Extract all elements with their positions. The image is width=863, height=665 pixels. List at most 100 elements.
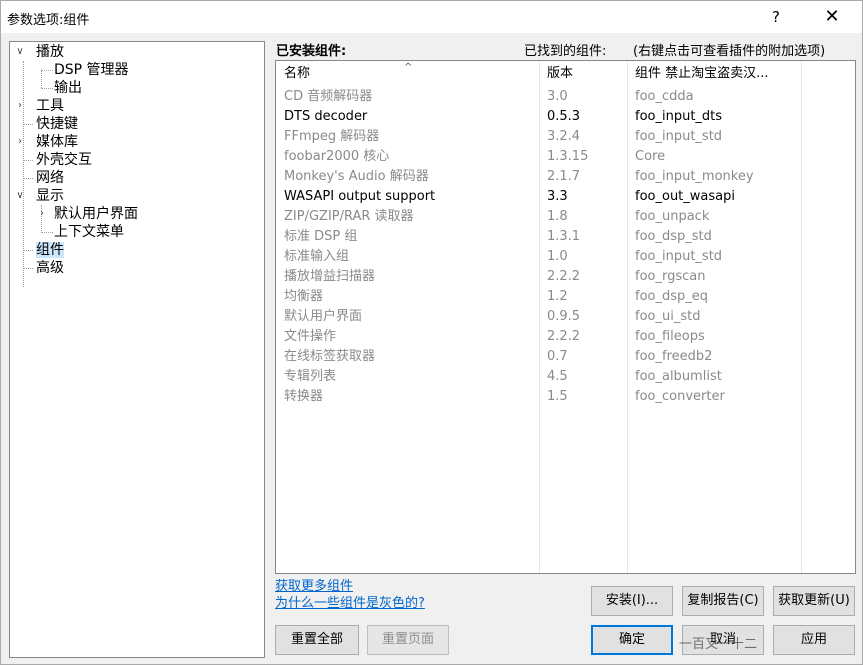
list-item[interactable]: 标准输入组 1.0 foo_input_std xyxy=(276,247,855,267)
list-item[interactable]: ZIP/GZIP/RAR 读取器 1.8 foo_unpack xyxy=(276,207,855,227)
installed-components-label: 已安装组件: xyxy=(276,44,347,59)
reset-all-button[interactable]: 重置全部 xyxy=(275,625,359,655)
tree-item-advanced[interactable]: 高级 xyxy=(36,259,64,277)
chevron-down-icon[interactable]: ∨ xyxy=(14,43,26,61)
tree-item-label: 外壳交互 xyxy=(36,152,92,168)
apply-button[interactable]: 应用 xyxy=(773,625,855,655)
right-click-hint: (右键点击可查看插件的附加选项) xyxy=(633,44,826,59)
list-item[interactable]: 默认用户界面 0.9.5 foo_ui_std xyxy=(276,307,855,327)
component-module: foo_input_monkey xyxy=(635,169,754,184)
found-components-label: 已找到的组件: xyxy=(524,44,607,59)
tree-connector xyxy=(23,268,33,269)
component-module: foo_cdda xyxy=(635,89,694,104)
list-item[interactable]: 均衡器 1.2 foo_dsp_eq xyxy=(276,287,855,307)
component-name: ZIP/GZIP/RAR 读取器 xyxy=(284,209,414,224)
window-title: 参数选项:组件 xyxy=(7,13,90,28)
component-name: 标准输入组 xyxy=(284,249,350,264)
list-item[interactable]: WASAPI output support 3.3 foo_out_wasapi xyxy=(276,187,855,207)
component-version: 1.0 xyxy=(547,249,568,264)
component-module: foo_ui_std xyxy=(635,309,701,324)
component-name: 在线标签获取器 xyxy=(284,349,376,364)
install-button[interactable]: 安装(I)... xyxy=(591,586,673,616)
list-item[interactable]: 标准 DSP 组 1.3.1 foo_dsp_std xyxy=(276,227,855,247)
tree-item-networking[interactable]: 网络 xyxy=(36,169,64,187)
chevron-right-icon[interactable]: › xyxy=(36,205,48,223)
component-module: foo_input_std xyxy=(635,129,723,144)
title-bar: 参数选项:组件 ? ✕ xyxy=(1,1,862,33)
column-header-module[interactable]: 组件 禁止淘宝盗卖汉... xyxy=(627,61,801,87)
tree-item-components[interactable]: 组件 xyxy=(36,241,64,259)
component-name: 转换器 xyxy=(284,389,324,404)
component-version: 1.5 xyxy=(547,389,568,404)
list-item[interactable]: 播放增益扫描器 2.2.2 foo_rgscan xyxy=(276,267,855,287)
component-module: foo_albumlist xyxy=(635,369,722,384)
component-module: foo_dsp_std xyxy=(635,229,712,244)
tree-item-label: 组件 xyxy=(36,242,64,258)
get-updates-button[interactable]: 获取更新(U) xyxy=(773,586,855,616)
component-name: WASAPI output support xyxy=(284,189,436,204)
tree-item-label: 上下文菜单 xyxy=(54,224,124,240)
column-header-label: 版本 xyxy=(547,66,574,81)
tree-connector xyxy=(23,61,24,287)
list-item[interactable]: FFmpeg 解码器 3.2.4 foo_input_std xyxy=(276,127,855,147)
component-name: Monkey's Audio 解码器 xyxy=(284,169,429,184)
component-name: 默认用户界面 xyxy=(284,309,363,324)
copy-report-button[interactable]: 复制报告(C) xyxy=(682,586,764,616)
tree-item-label: 快捷键 xyxy=(36,116,78,132)
tree-item-dsp-manager[interactable]: DSP 管理器 xyxy=(54,61,129,79)
component-version: 0.7 xyxy=(547,349,568,364)
list-item[interactable]: 在线标签获取器 0.7 foo_freedb2 xyxy=(276,347,855,367)
list-item[interactable]: DTS decoder 0.5.3 foo_input_dts xyxy=(276,107,855,127)
tree-connector xyxy=(23,250,33,251)
component-version: 4.5 xyxy=(547,369,568,384)
tree-item-output[interactable]: 输出 xyxy=(54,79,82,97)
component-version: 3.2.4 xyxy=(547,129,581,144)
component-name: 专辑列表 xyxy=(284,369,337,384)
tree-item-label: 高级 xyxy=(36,260,64,276)
tree-item-label: 显示 xyxy=(36,188,64,204)
component-name: DTS decoder xyxy=(284,109,368,124)
chevron-right-icon[interactable]: › xyxy=(14,97,26,115)
tree-connector xyxy=(23,160,33,161)
tree-item-label: DSP 管理器 xyxy=(54,62,129,78)
component-module: foo_unpack xyxy=(635,209,710,224)
component-name: 文件操作 xyxy=(284,329,337,344)
components-list[interactable]: 名称 ^ 版本 组件 禁止淘宝盗卖汉... CD 音频解码器 3.0 foo_cdd… xyxy=(275,60,856,574)
list-item[interactable]: CD 音频解码器 3.0 foo_cdda xyxy=(276,87,855,107)
component-version: 3.0 xyxy=(547,89,568,104)
list-item[interactable]: 文件操作 2.2.2 foo_fileops xyxy=(276,327,855,347)
preferences-window: 参数选项:组件 ? ✕ ∨ 播放 DSP 管理器 输出 › 工具 快捷键 › 媒… xyxy=(0,0,863,665)
column-header-name[interactable]: 名称 ^ xyxy=(276,61,539,87)
list-item[interactable]: 专辑列表 4.5 foo_albumlist xyxy=(276,367,855,387)
tree-item-label: 输出 xyxy=(54,80,82,96)
close-button[interactable]: ✕ xyxy=(809,1,855,33)
sort-ascending-icon: ^ xyxy=(404,62,413,73)
component-name: FFmpeg 解码器 xyxy=(284,129,380,144)
chevron-down-icon[interactable]: ∨ xyxy=(14,187,26,205)
tree-item-keyboard-shortcuts[interactable]: 快捷键 xyxy=(36,115,78,133)
help-button[interactable]: ? xyxy=(753,1,799,33)
why-gray-link[interactable]: 为什么一些组件是灰色的? xyxy=(275,592,425,611)
tree-item-context-menu[interactable]: 上下文菜单 xyxy=(54,223,124,241)
list-item[interactable]: foobar2000 核心 1.3.15 Core xyxy=(276,147,855,167)
component-version: 1.8 xyxy=(547,209,568,224)
column-header-version[interactable]: 版本 xyxy=(539,61,627,87)
component-name: CD 音频解码器 xyxy=(284,89,373,104)
component-module: foo_dsp_eq xyxy=(635,289,709,304)
list-item[interactable]: Monkey's Audio 解码器 2.1.7 foo_input_monkey xyxy=(276,167,855,187)
tree-item-shell-integration[interactable]: 外壳交互 xyxy=(36,151,92,169)
component-version: 1.2 xyxy=(547,289,568,304)
preferences-tree[interactable]: ∨ 播放 DSP 管理器 输出 › 工具 快捷键 › 媒体库 外壳交互 网络 ∨… xyxy=(9,41,265,658)
component-module: Core xyxy=(635,149,666,164)
watermark-text: 一百又一十二 xyxy=(679,637,758,652)
column-header-label: 名称 xyxy=(284,66,311,81)
component-version: 2.2.2 xyxy=(547,269,581,284)
chevron-right-icon[interactable]: › xyxy=(14,133,26,151)
component-version: 1.3.1 xyxy=(547,229,581,244)
component-module: foo_converter xyxy=(635,389,725,404)
component-module: foo_rgscan xyxy=(635,269,706,284)
reset-page-button: 重置页面 xyxy=(367,625,449,655)
list-item[interactable]: 转换器 1.5 foo_converter xyxy=(276,387,855,407)
ok-button[interactable]: 确定 xyxy=(591,625,673,655)
component-version: 2.2.2 xyxy=(547,329,581,344)
